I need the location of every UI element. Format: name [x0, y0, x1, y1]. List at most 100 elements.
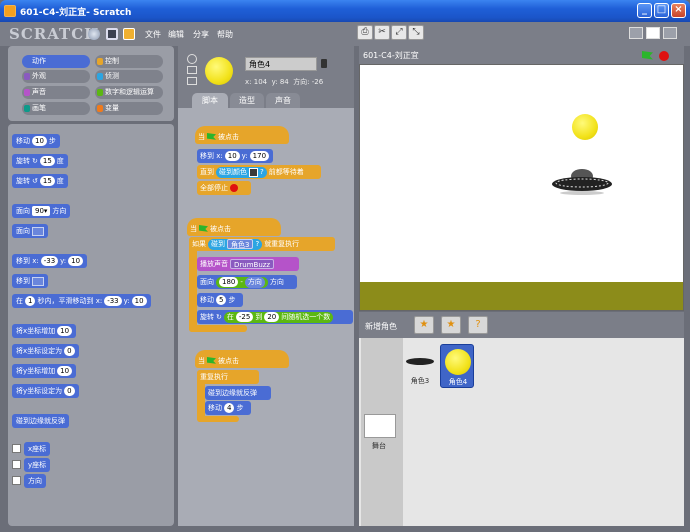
stage[interactable] [359, 64, 684, 311]
number-input[interactable]: 20 [264, 312, 280, 322]
block-point-direction[interactable]: 面向 180 - 方向 方向 [197, 275, 297, 289]
block-change-x[interactable]: 将x坐标增加 10 [12, 324, 77, 338]
block-move[interactable]: 移动 4 步 [205, 401, 251, 415]
presentation-mode-icon[interactable] [663, 27, 677, 39]
block-point-direction[interactable]: 面向 90▾ 方向 [12, 204, 71, 218]
grow-tool-icon[interactable]: ⤢ [391, 25, 407, 40]
small-stage-icon[interactable] [629, 27, 643, 39]
tab-sounds[interactable]: 声音 [266, 93, 300, 108]
category-looks[interactable]: 外观 [22, 70, 90, 83]
menu-share[interactable]: 分享 [193, 29, 209, 40]
menu-help[interactable]: 帮助 [217, 29, 233, 40]
close-button[interactable]: × [671, 3, 686, 18]
normal-stage-icon[interactable] [646, 27, 660, 39]
direction-dropdown[interactable]: 90▾ [32, 206, 51, 216]
stage-thumbnail[interactable] [364, 414, 396, 438]
sound-dropdown[interactable]: DrumBuzz [230, 259, 275, 269]
number-input[interactable]: 5 [216, 295, 227, 305]
block-move[interactable]: 移动 5 步 [197, 293, 243, 307]
pick-random-block[interactable]: 在 -25 到 20 间随机选一个数 [223, 311, 334, 323]
block-move[interactable]: 移动 10 步 [12, 134, 60, 148]
stop-button[interactable] [659, 51, 669, 61]
x-input[interactable]: -33 [40, 256, 59, 266]
block-change-y[interactable]: 将y坐标增加 10 [12, 364, 77, 378]
when-flag-clicked-hat[interactable]: 当 被点击 [195, 126, 289, 144]
block-forever-if[interactable]: 如果 碰到 角色3 ? 就重复执行 [189, 237, 335, 251]
number-input[interactable]: 4 [224, 403, 235, 413]
number-input[interactable]: 180 [219, 277, 239, 287]
shrink-tool-icon[interactable]: ⤡ [408, 25, 424, 40]
number-input[interactable]: 15 [39, 176, 55, 186]
surprise-sprite-icon[interactable]: ? [468, 316, 488, 334]
block-set-y[interactable]: 将y坐标设定为 0 [12, 384, 79, 398]
block-turn-right[interactable]: 旋转 ↻ 15 度 [12, 154, 68, 168]
number-input[interactable]: -25 [235, 312, 254, 322]
block-turn-random[interactable]: 旋转 ↻ 在 -25 到 20 间随机选一个数 [197, 310, 353, 324]
tab-scripts[interactable]: 脚本 [192, 93, 228, 108]
menu-file[interactable]: 文件 [145, 29, 161, 40]
block-point-towards[interactable]: 面向 [12, 224, 48, 238]
category-motion[interactable]: 动作 [22, 55, 90, 68]
save-icon[interactable] [106, 28, 118, 40]
block-turn-left[interactable]: 旋转 ↺ 15 度 [12, 174, 68, 188]
subtract-block[interactable]: 180 - 方向 [216, 276, 268, 288]
category-variables[interactable]: 变量 [95, 102, 163, 115]
flip-style-icon[interactable] [187, 66, 197, 74]
block-goto-xy[interactable]: 移到 x: 10 y: 170 [197, 149, 273, 163]
stamp-tool-icon[interactable]: ⎙ [357, 25, 373, 40]
block-bounce[interactable]: 碰到边缘就反弹 [205, 386, 271, 400]
reporter-y-position[interactable]: y座标 [24, 458, 51, 472]
minimize-button[interactable]: _ [637, 3, 652, 18]
y-input[interactable]: 10 [68, 256, 84, 266]
number-input[interactable]: 15 [39, 156, 55, 166]
color-swatch[interactable] [249, 167, 258, 177]
block-play-sound[interactable]: 播放声音 DrumBuzz [197, 257, 299, 271]
touching-color-block[interactable]: 碰到颜色 ? [216, 166, 267, 178]
block-wait-until[interactable]: 直到 碰到颜色 ? 前都等待着 [197, 165, 321, 179]
sprite-dropdown[interactable]: 角色3 [227, 239, 254, 249]
sprite-dropdown[interactable] [32, 226, 44, 236]
share-icon[interactable] [123, 28, 135, 40]
block-stop-all[interactable]: 全部停止 [197, 181, 251, 195]
no-rotate-icon[interactable] [187, 77, 197, 85]
block-forever[interactable]: 重复执行 [197, 370, 259, 384]
paint-new-sprite-icon[interactable]: ★ [414, 316, 434, 334]
block-bounce[interactable]: 碰到边缘就反弹 [12, 414, 69, 428]
category-control[interactable]: 控制 [95, 55, 163, 68]
category-sensing[interactable]: 侦测 [95, 70, 163, 83]
x-position-checkbox[interactable] [12, 444, 21, 453]
y-input[interactable]: 170 [249, 151, 270, 161]
direction-reporter[interactable]: 方向 [244, 276, 265, 288]
sprite-dropdown[interactable] [32, 276, 44, 286]
seconds-input[interactable]: 1 [25, 296, 36, 306]
sprite-name-field[interactable]: 角色4 [245, 57, 317, 71]
when-flag-clicked-hat[interactable]: 当 被点击 [195, 350, 289, 368]
sprite-slot-4[interactable]: 角色4 [440, 344, 474, 388]
x-input[interactable]: 10 [224, 151, 240, 161]
rotate-style-icon[interactable] [187, 54, 197, 64]
block-goto-xy[interactable]: 移到 x: -33 y: 10 [12, 254, 88, 268]
tab-costumes[interactable]: 造型 [230, 93, 264, 108]
green-flag-button[interactable] [642, 51, 653, 60]
sprite-slot-3[interactable]: 角色3 [403, 344, 437, 388]
ufo-sprite[interactable] [550, 167, 614, 197]
ball-sprite[interactable] [572, 114, 598, 140]
number-input[interactable]: 10 [57, 366, 73, 376]
globe-icon[interactable] [88, 28, 100, 40]
number-input[interactable]: 0 [64, 346, 75, 356]
cut-tool-icon[interactable]: ✂ [374, 25, 390, 40]
number-input[interactable]: 10 [57, 326, 73, 336]
menu-edit[interactable]: 编辑 [168, 29, 184, 40]
y-position-checkbox[interactable] [12, 460, 21, 469]
choose-sprite-file-icon[interactable]: ★ [441, 316, 461, 334]
touching-sprite-block[interactable]: 碰到 角色3 ? [208, 238, 263, 250]
reporter-direction[interactable]: 方向 [24, 474, 46, 488]
category-sound[interactable]: 声音 [22, 86, 90, 99]
block-set-x[interactable]: 将x坐标设定为 0 [12, 344, 79, 358]
category-operators[interactable]: 数字和逻辑运算 [95, 86, 163, 99]
category-pen[interactable]: 画笔 [22, 102, 90, 115]
block-glide[interactable]: 在 1 秒内，平滑移动到 x: -33 y: 10 [12, 294, 151, 308]
maximize-button[interactable]: □ [654, 3, 669, 18]
number-input[interactable]: 0 [64, 386, 75, 396]
reporter-x-position[interactable]: x座标 [24, 442, 51, 456]
